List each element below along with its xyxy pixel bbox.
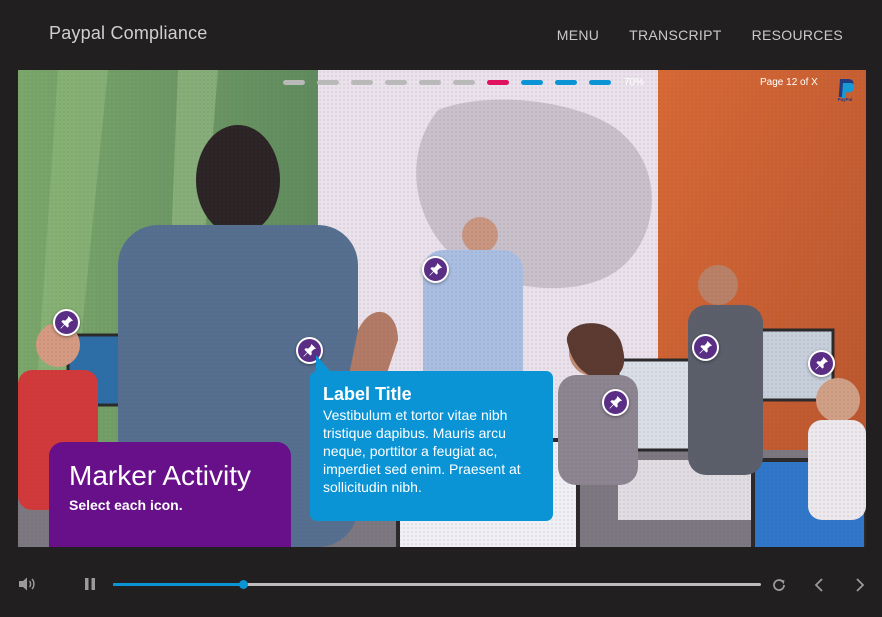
progress-dot xyxy=(589,80,611,85)
progress-dot xyxy=(351,80,373,85)
marker-pin-5[interactable] xyxy=(692,334,719,361)
pushpin-icon xyxy=(609,395,623,409)
progress-dot xyxy=(419,80,441,85)
next-button[interactable] xyxy=(851,576,869,594)
progress-dot xyxy=(521,80,543,85)
marker-pin-1[interactable] xyxy=(53,309,80,336)
paypal-logo-icon: PayPal xyxy=(838,79,855,102)
top-nav: MENU TRANSCRIPT RESOURCES xyxy=(557,27,843,43)
replay-button[interactable] xyxy=(770,576,788,594)
activity-instruction: Select each icon. xyxy=(69,497,183,513)
pushpin-icon xyxy=(429,262,443,276)
pause-icon xyxy=(85,578,95,590)
pushpin-icon xyxy=(60,315,74,329)
activity-title: Marker Activity xyxy=(69,460,252,491)
previous-button[interactable] xyxy=(810,576,828,594)
callout-title: Label Title xyxy=(323,384,412,404)
app-title: Paypal Compliance xyxy=(49,23,208,43)
marker-pin-2[interactable] xyxy=(422,256,449,283)
nav-menu[interactable]: MENU xyxy=(557,27,599,43)
pushpin-icon xyxy=(303,343,317,357)
callout-body: Vestibulum et tortor vitae nibh tristiqu… xyxy=(323,407,521,495)
nav-transcript[interactable]: TRANSCRIPT xyxy=(629,27,721,43)
slide-stage: 70% Page 12 of X PayPal Label Title Vest… xyxy=(18,70,866,547)
marker-pin-4[interactable] xyxy=(602,389,629,416)
seek-bar-thumb[interactable] xyxy=(238,580,248,589)
nav-resources[interactable]: RESOURCES xyxy=(752,27,843,43)
progress-dot xyxy=(487,80,509,85)
pushpin-icon xyxy=(699,340,713,354)
header-bar: Paypal Compliance MENU TRANSCRIPT RESOUR… xyxy=(0,0,882,68)
volume-button[interactable] xyxy=(16,575,38,593)
player-controls xyxy=(0,547,882,617)
page-indicator: Page 12 of X xyxy=(760,77,818,88)
slide-progress-dots xyxy=(283,80,611,85)
progress-dot xyxy=(555,80,577,85)
seek-bar[interactable] xyxy=(113,580,761,589)
next-icon xyxy=(856,578,865,592)
progress-dot xyxy=(453,80,475,85)
seek-bar-fill xyxy=(113,583,243,586)
pushpin-icon xyxy=(815,356,829,370)
marker-label-callout: Label Title Vestibulum et tortor vitae n… xyxy=(310,355,553,521)
pause-button[interactable] xyxy=(81,575,99,593)
marker-pin-6[interactable] xyxy=(808,350,835,377)
progress-dot xyxy=(317,80,339,85)
volume-icon xyxy=(19,577,35,591)
replay-icon xyxy=(773,579,785,591)
svg-text:PayPal: PayPal xyxy=(838,97,853,102)
progress-dot xyxy=(283,80,305,85)
activity-panel: Marker Activity Select each icon. xyxy=(49,442,291,547)
progress-percent: 70% xyxy=(624,77,645,88)
progress-dot xyxy=(385,80,407,85)
previous-icon xyxy=(814,578,823,592)
